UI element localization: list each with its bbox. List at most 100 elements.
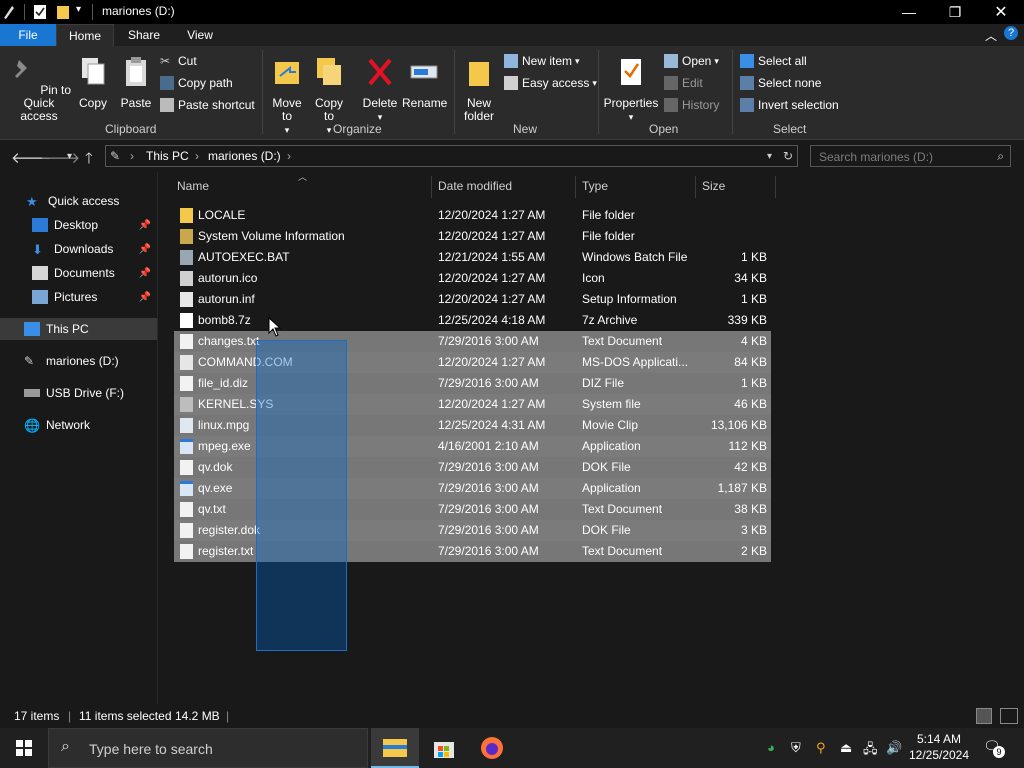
easy-access-button[interactable]: Easy access ▾: [504, 76, 597, 90]
taskbar-search-input[interactable]: Type here to search: [89, 741, 213, 757]
firefox-taskbar-button[interactable]: [468, 728, 516, 768]
table-row[interactable]: AUTOEXEC.BAT 12/21/2024 1:55 AM Windows Ba…: [174, 247, 771, 268]
paste-button[interactable]: Paste: [116, 56, 156, 110]
open-icon: [664, 54, 678, 68]
inf-file-icon: [180, 292, 193, 307]
cut-button[interactable]: ✂ Cut: [160, 54, 197, 68]
column-separator[interactable]: [575, 176, 576, 198]
breadcrumb-drive[interactable]: mariones (D:): [208, 149, 281, 163]
nav-downloads[interactable]: ⬇ Downloads 📌: [0, 238, 157, 260]
paste-shortcut-button[interactable]: Paste shortcut: [160, 98, 255, 112]
sys-file-icon: [180, 397, 193, 412]
search-tool-tray-icon[interactable]: ⚲: [816, 740, 826, 756]
maximize-button[interactable]: ❐: [932, 0, 978, 24]
nav-desktop[interactable]: Desktop 📌: [0, 214, 157, 236]
file-explorer-taskbar-button[interactable]: [371, 728, 419, 768]
table-row[interactable]: autorun.inf 12/20/2024 1:27 AM Setup Infor…: [174, 289, 771, 310]
qat-dropdown-icon[interactable]: ▾: [76, 4, 81, 15]
open-button[interactable]: Open ▾: [664, 54, 719, 68]
table-row[interactable]: LOCALE 12/20/2024 1:27 AM File folder: [174, 205, 771, 226]
new-folder-qat-icon[interactable]: [56, 4, 70, 20]
file-date: 12/20/2024 1:27 AM: [438, 292, 546, 306]
move-to-button[interactable]: Move to ▾: [268, 56, 306, 137]
close-button[interactable]: ✕: [978, 0, 1024, 24]
file-list: ︿ Name Date modified Type Size LOCALE 12/…: [159, 172, 1024, 704]
help-icon[interactable]: ?: [1004, 26, 1018, 40]
large-icons-view-icon[interactable]: [1000, 708, 1018, 724]
volume-icon[interactable]: 🔊: [886, 740, 902, 756]
breadcrumb-this-pc[interactable]: This PC: [146, 149, 189, 163]
pin-quick-access-button[interactable]: Pin to Quick access: [4, 56, 74, 123]
refresh-icon[interactable]: ↻: [783, 149, 793, 163]
invert-selection-button[interactable]: Invert selection: [740, 98, 839, 112]
network-icon[interactable]: 🖧: [863, 740, 878, 762]
nav-documents[interactable]: Documents 📌: [0, 262, 157, 284]
table-row[interactable]: bomb8.7z 12/25/2024 4:18 AM 7z Archive 339 …: [174, 310, 771, 331]
address-dropdown-chevron-icon[interactable]: ▾: [767, 151, 772, 162]
item-count: 17 items: [14, 709, 60, 723]
nav-usb-drive[interactable]: USB Drive (F:): [0, 382, 157, 404]
system-clock[interactable]: 5:14 AM 12/25/2024: [906, 731, 972, 763]
new-folder-button[interactable]: New folder: [458, 56, 500, 123]
properties-button[interactable]: Properties ▾: [602, 56, 660, 124]
properties-qat-icon[interactable]: [33, 4, 47, 20]
nav-pictures[interactable]: Pictures 📌: [0, 286, 157, 308]
column-header-date[interactable]: Date modified: [438, 172, 512, 200]
tab-share[interactable]: Share: [116, 24, 172, 46]
up-arrow-icon[interactable]: 🡑: [85, 148, 93, 173]
nav-network[interactable]: 🌐 Network: [0, 414, 157, 436]
select-none-button[interactable]: Select none: [740, 76, 821, 90]
exe-file-icon: [180, 439, 193, 454]
delete-button[interactable]: Delete ▾: [360, 56, 400, 124]
copy-button[interactable]: Copy: [74, 56, 112, 110]
security-shield-icon[interactable]: ⛨: [791, 740, 801, 756]
edit-label: Edit: [682, 76, 703, 90]
search-box[interactable]: Search mariones (D:) ⌕: [810, 145, 1011, 167]
invert-selection-icon: [740, 98, 754, 112]
history-button[interactable]: History: [664, 98, 719, 112]
column-separator[interactable]: [695, 176, 696, 198]
invert-selection-label: Invert selection: [758, 98, 839, 112]
tab-home[interactable]: Home: [56, 24, 114, 46]
table-row[interactable]: autorun.ico 12/20/2024 1:27 AM Icon 34 KB: [174, 268, 771, 289]
usb-eject-icon[interactable]: ⏏: [840, 740, 852, 756]
nav-drive-d[interactable]: ✎ mariones (D:): [0, 350, 157, 372]
column-separator[interactable]: [775, 176, 776, 198]
table-row[interactable]: System Volume Information 12/20/2024 1:27…: [174, 226, 771, 247]
recent-locations-chevron-icon[interactable]: ▾: [67, 151, 72, 162]
tab-file[interactable]: File: [0, 24, 56, 46]
desktop-icon: [32, 218, 48, 232]
address-bar[interactable]: ✎ › This PC › mariones (D:) › ▾ ↻: [105, 145, 798, 167]
file-size: 38 KB: [734, 502, 767, 516]
file-date: 7/29/2016 3:00 AM: [438, 544, 539, 558]
drive-pen-icon: ✎: [110, 149, 121, 163]
column-separator[interactable]: [431, 176, 432, 198]
windows-start-icon[interactable]: [16, 740, 32, 756]
search-icon[interactable]: ⌕: [997, 149, 1004, 164]
nav-downloads-label: Downloads: [54, 242, 114, 256]
forward-arrow-icon[interactable]: 🡒: [40, 148, 80, 167]
details-view-icon[interactable]: [976, 708, 992, 724]
taskbar-search-box[interactable]: ⌕ Type here to search: [48, 728, 368, 768]
new-item-button[interactable]: New item ▾: [504, 54, 580, 68]
nav-pictures-label: Pictures: [54, 290, 98, 304]
edit-button[interactable]: Edit: [664, 76, 703, 90]
nav-this-pc[interactable]: This PC: [0, 318, 157, 340]
microsoft-store-taskbar-button[interactable]: [420, 728, 468, 768]
notification-center-button[interactable]: 🗨 9: [983, 738, 1005, 758]
rename-button[interactable]: Rename: [402, 56, 447, 110]
nav-quick-access[interactable]: ★ Quick access: [0, 190, 157, 212]
column-header-size[interactable]: Size: [702, 172, 725, 200]
copy-path-button[interactable]: Copy path: [160, 76, 233, 90]
tab-view[interactable]: View: [172, 24, 228, 46]
file-date: 7/29/2016 3:00 AM: [438, 460, 539, 474]
collapse-ribbon-icon[interactable]: ︿: [985, 27, 997, 44]
pen-icon[interactable]: [2, 4, 16, 20]
select-all-button[interactable]: Select all: [740, 54, 807, 68]
colorful-tray-icon[interactable]: ◕: [767, 740, 775, 755]
search-input[interactable]: Search mariones (D:): [819, 150, 933, 164]
column-header-type[interactable]: Type: [582, 172, 608, 200]
select-none-label: Select none: [758, 76, 822, 90]
column-header-name[interactable]: Name: [177, 172, 209, 200]
minimize-button[interactable]: —: [886, 0, 932, 24]
